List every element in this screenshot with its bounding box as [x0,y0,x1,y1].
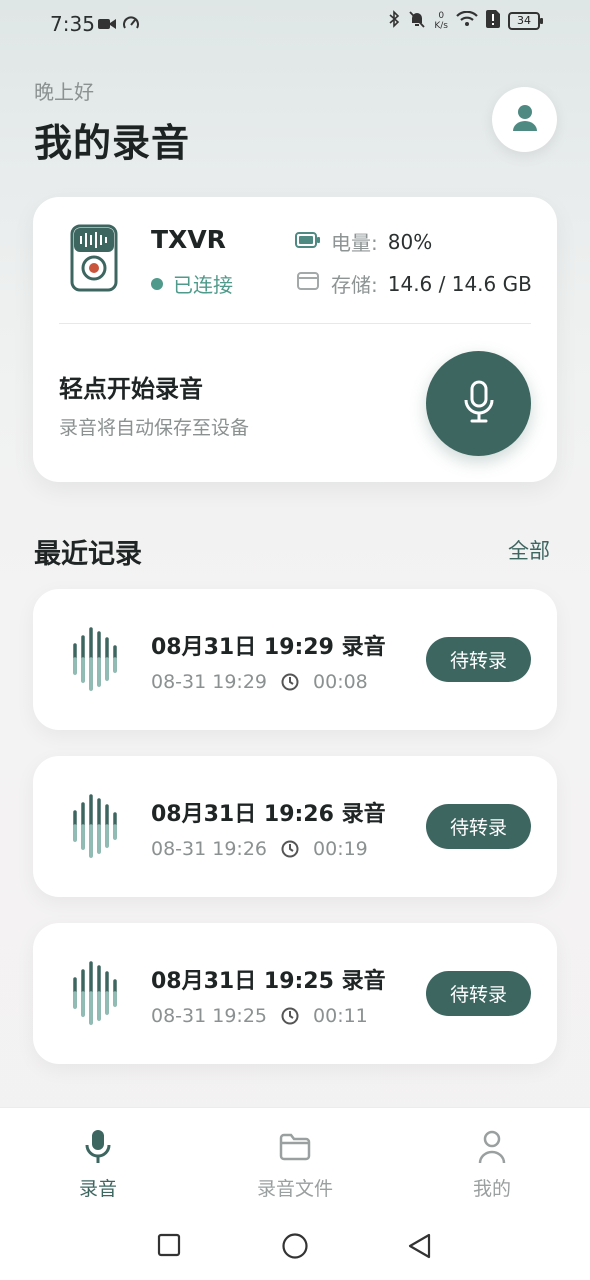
tab-label: 录音文件 [256,1178,333,1200]
waveform-icon [71,794,119,862]
recording-meta: 08-31 19:26 00:19 [151,838,368,860]
video-icon [98,16,116,35]
start-recording-button[interactable] [426,351,531,456]
recording-meta: 08-31 19:25 00:11 [151,1005,368,1027]
home-button[interactable] [282,1233,308,1263]
battery-indicator: 34 [508,12,543,30]
storage-label: 存储: [331,273,378,297]
mute-bell-icon [408,10,426,32]
status-bar: 7:35 0 K/s 34 [0,0,590,48]
waveform-icon [71,961,119,1029]
recording-duration: 00:19 [313,838,368,860]
recording-meta: 08-31 19:29 00:08 [151,671,368,693]
clock-icon [281,1007,299,1025]
bluetooth-icon [388,10,400,32]
recorder-device-icon [70,224,118,296]
battery-value: 80% [387,229,433,254]
clock-icon [281,673,299,691]
recording-date: 08-31 19:26 [151,838,268,860]
transcribe-button[interactable]: 待转录 [426,637,531,682]
wifi-icon [456,10,478,31]
record-prompt: 轻点开始录音 [59,375,203,403]
clock-icon [281,840,299,858]
connection-status-text: 已连接 [173,273,233,297]
device-name: TXVR [151,225,226,254]
waveform-icon [71,627,119,695]
storage-stat: 存储: 14.6 / 14.6 GB [295,269,532,298]
bottom-nav: 录音 录音文件 我的 [0,1107,590,1215]
battery-icon [295,230,321,254]
mic-icon [462,380,496,428]
tab-label: 我的 [472,1178,511,1200]
storage-icon [295,271,321,296]
network-speed: 0 K/s [434,11,448,31]
tab-recording-files[interactable]: 录音文件 [225,1128,365,1201]
battery-stat: 电量: 80% [295,227,432,256]
recents-button[interactable] [157,1233,181,1261]
device-card: TXVR 已连接 电量: 80% 存储: 14.6 / 14.6 GB 轻点开始… [33,197,557,482]
record-hint: 录音将自动保存至设备 [59,417,250,439]
recording-duration: 00:08 [313,671,368,693]
recording-title: 08月31日 19:25 录音 [151,969,386,994]
recording-item[interactable]: 08月31日 19:25 录音 08-31 19:25 00:11 待转录 [33,923,557,1064]
tab-mine[interactable]: 我的 [422,1128,562,1201]
profile-button[interactable] [492,87,557,152]
page-title: 我的录音 [34,121,191,165]
system-nav-bar [0,1215,590,1280]
recording-date: 08-31 19:29 [151,671,268,693]
transcribe-button[interactable]: 待转录 [426,971,531,1016]
status-dot [151,277,163,290]
status-time: 7:35 [50,12,95,36]
view-all-link[interactable]: 全部 [508,535,550,565]
storage-value: 14.6 / 14.6 GB [387,271,532,296]
greeting: 晚上好 [34,80,94,104]
divider [59,323,531,324]
recording-duration: 00:11 [313,1005,368,1027]
person-icon [422,1128,562,1166]
tab-label: 录音 [78,1178,117,1200]
connection-status: 已连接 [151,269,233,298]
transcribe-button[interactable]: 待转录 [426,804,531,849]
recording-title: 08月31日 19:29 录音 [151,635,386,660]
person-icon [512,104,538,136]
recent-section-title: 最近记录 [34,539,142,570]
battery-label: 电量: [331,231,378,255]
speedometer-icon [122,14,140,36]
tab-recording[interactable]: 录音 [28,1128,168,1201]
recording-item[interactable]: 08月31日 19:29 录音 08-31 19:29 00:08 待转录 [33,589,557,730]
mic-icon [28,1128,168,1166]
folder-icon [225,1128,365,1166]
recording-item[interactable]: 08月31日 19:26 录音 08-31 19:26 00:19 待转录 [33,756,557,897]
back-button[interactable] [407,1233,431,1263]
recording-title: 08月31日 19:26 录音 [151,802,386,827]
recording-date: 08-31 19:25 [151,1005,268,1027]
alert-sim-icon [486,10,500,32]
